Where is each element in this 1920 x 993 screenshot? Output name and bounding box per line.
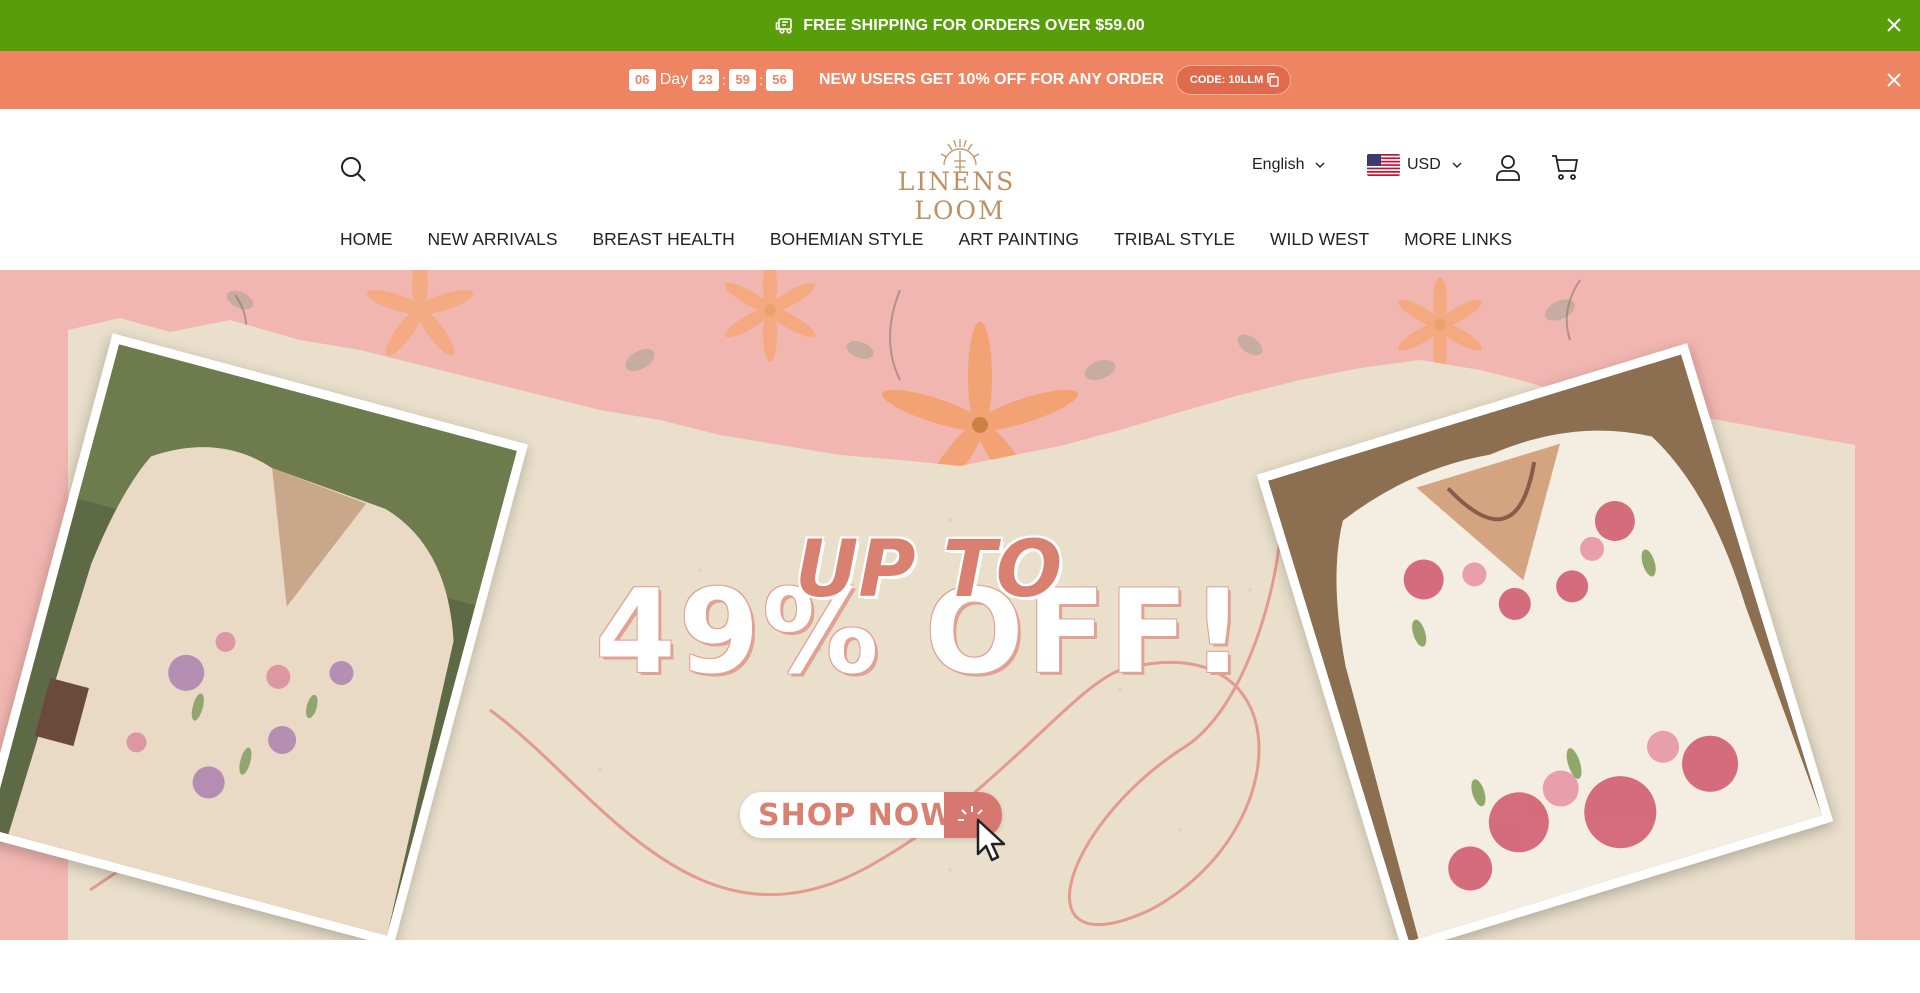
copy-code-button[interactable]: CODE: 10LLM (1175, 65, 1292, 95)
promo-text: NEW USERS GET 10% OFF FOR ANY ORDER (818, 71, 1164, 88)
mouse-pointer-icon (976, 818, 1006, 862)
countdown-seconds: 56 (765, 69, 793, 91)
countdown-timer: 06 Day 23 : 59 : 56 (628, 69, 793, 91)
site-header: LINENS LOOM English USD HOME NEW ARRIVAL… (0, 109, 1920, 270)
nav-item-home[interactable]: HOME (340, 229, 393, 250)
currency-label: USD (1407, 156, 1441, 173)
nav-item-more-links[interactable]: MORE LINKS (1404, 229, 1512, 250)
countdown-day-label: Day (659, 71, 689, 88)
shop-now-label: SHOP NOW (758, 797, 955, 833)
promo-announcement-bar: 06 Day 23 : 59 : 56 NEW USERS GET 10% OF… (0, 51, 1920, 109)
hero-headline: 49% OFF! UP TO (585, 525, 1244, 705)
nav-item-tribal-style[interactable]: TRIBAL STYLE (1114, 229, 1235, 250)
code-label: CODE: 10LLM (1189, 74, 1264, 86)
countdown-days: 06 (628, 69, 656, 91)
countdown-minutes: 59 (729, 69, 757, 91)
shipping-announcement-bar: FREE SHIPPING FOR ORDERS OVER $59.00 (0, 0, 1920, 51)
logo-text: LINENS LOOM (897, 167, 1023, 225)
account-icon[interactable] (1494, 153, 1522, 181)
hero-banner[interactable]: 49% OFF! UP TO SHOP NOW (0, 270, 1920, 940)
currency-selector[interactable]: USD (1367, 154, 1463, 176)
main-navigation: HOME NEW ARRIVALS BREAST HEALTH BOHEMIAN… (340, 229, 1512, 250)
nav-item-bohemian-style[interactable]: BOHEMIAN STYLE (770, 229, 924, 250)
shipping-text: FREE SHIPPING FOR ORDERS OVER $59.00 (803, 16, 1145, 34)
nav-item-new-arrivals[interactable]: NEW ARRIVALS (428, 229, 558, 250)
chevron-down-icon (1452, 162, 1462, 168)
cart-icon[interactable] (1550, 152, 1580, 182)
search-icon[interactable] (338, 154, 368, 184)
shop-now-button[interactable]: SHOP NOW (740, 792, 1002, 838)
nav-item-wild-west[interactable]: WILD WEST (1270, 229, 1369, 250)
countdown-hours: 23 (692, 69, 720, 91)
countdown-separator: : (722, 72, 727, 88)
close-promo-bar-icon[interactable] (1882, 68, 1906, 92)
close-shipping-bar-icon[interactable] (1882, 13, 1906, 37)
page-content-below-hero (0, 940, 1920, 993)
us-flag-icon (1367, 154, 1400, 176)
truck-icon (775, 17, 793, 34)
nav-item-breast-health[interactable]: BREAST HEALTH (593, 229, 735, 250)
site-logo[interactable]: LINENS LOOM (855, 135, 1065, 225)
language-label: English (1252, 156, 1305, 173)
nav-item-art-painting[interactable]: ART PAINTING (958, 229, 1079, 250)
language-selector[interactable]: English (1252, 156, 1326, 174)
countdown-separator: : (759, 72, 763, 88)
chevron-down-icon (1315, 162, 1325, 168)
hero-up-to: UP TO (795, 525, 1063, 615)
copy-icon (1267, 73, 1279, 87)
